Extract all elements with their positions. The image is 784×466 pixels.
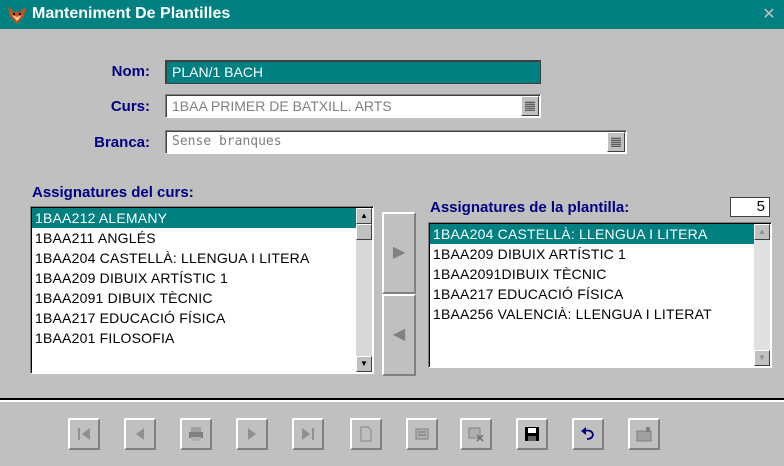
- template-list-scrollbar[interactable]: ▲ ▼: [754, 224, 770, 366]
- move-left-button[interactable]: ◀: [382, 294, 416, 376]
- close-icon[interactable]: ✕: [758, 4, 780, 26]
- list-item[interactable]: 1BAA209 DIBUIX ARTÍSTIC 1: [430, 244, 754, 264]
- undo-icon: [581, 427, 594, 440]
- curs-field[interactable]: 1BAA PRIMER DE BATXILL. ARTS: [165, 94, 541, 118]
- branca-label: Branca:: [94, 134, 150, 151]
- search-button[interactable]: [628, 418, 660, 450]
- list-item[interactable]: 1BAA204 CASTELLÀ: LLENGUA I LITERA: [430, 224, 754, 244]
- delete-icon: [468, 427, 484, 442]
- save-icon: [525, 427, 539, 441]
- print-icon: [189, 427, 203, 441]
- new-record-button[interactable]: [350, 418, 382, 450]
- window-title: Manteniment De Plantilles: [32, 5, 231, 22]
- nom-field[interactable]: PLAN/1 BACH: [165, 60, 541, 84]
- branca-dropdown-icon[interactable]: [607, 132, 625, 152]
- course-list-scrollbar[interactable]: ▲ ▼: [356, 208, 372, 372]
- last-record-button[interactable]: [292, 418, 324, 450]
- curs-label: Curs:: [110, 98, 150, 115]
- previous-record-button[interactable]: [124, 418, 156, 450]
- title-bar: Manteniment De Plantilles ✕: [0, 0, 784, 30]
- list-item[interactable]: 1BAA204 CASTELLÀ: LLENGUA I LITERA: [32, 248, 356, 268]
- next-record-icon: [248, 428, 256, 440]
- move-right-icon: ▶: [392, 244, 406, 261]
- first-record-icon: [78, 428, 90, 440]
- previous-record-icon: [136, 428, 144, 440]
- scroll-down-icon[interactable]: ▼: [754, 350, 770, 366]
- list-item[interactable]: 1BAA2091 DIBUIX TÈCNIC: [32, 288, 356, 308]
- template-subjects-label: Assignatures de la plantilla:: [430, 199, 630, 216]
- undo-button[interactable]: [572, 418, 604, 450]
- course-subjects-label: Assignatures del curs:: [32, 184, 194, 201]
- list-item[interactable]: 1BAA2091DIBUIX TÈCNIC: [430, 264, 754, 284]
- list-item[interactable]: 1BAA211 ANGLÉS: [32, 228, 356, 248]
- save-button[interactable]: [516, 418, 548, 450]
- print-button[interactable]: [180, 418, 212, 450]
- next-record-button[interactable]: [236, 418, 268, 450]
- move-left-icon: ◀: [392, 326, 406, 343]
- list-item[interactable]: 1BAA217 EDUCACIÓ FÍSICA: [32, 308, 356, 328]
- fox-icon: [8, 6, 26, 24]
- branca-field[interactable]: Sense branques: [165, 130, 627, 154]
- edit-button[interactable]: [406, 418, 438, 450]
- toolbar-separator-highlight: [0, 400, 784, 402]
- new-record-icon: [360, 426, 372, 442]
- course-subjects-list[interactable]: 1BAA212 ALEMANY 1BAA211 ANGLÉS 1BAA204 C…: [30, 206, 374, 374]
- template-count: 5: [730, 197, 770, 217]
- list-item[interactable]: 1BAA212 ALEMANY: [32, 208, 356, 228]
- scroll-up-icon[interactable]: ▲: [356, 208, 372, 224]
- delete-button[interactable]: [460, 418, 492, 450]
- list-item[interactable]: 1BAA209 DIBUIX ARTÍSTIC 1: [32, 268, 356, 288]
- curs-dropdown-icon[interactable]: [521, 96, 539, 116]
- edit-icon: [415, 428, 429, 440]
- list-item[interactable]: 1BAA201 FILOSOFIA: [32, 328, 356, 348]
- search-icon: [636, 427, 652, 442]
- first-record-button[interactable]: [68, 418, 100, 450]
- scroll-down-icon[interactable]: ▼: [356, 356, 372, 372]
- list-item[interactable]: 1BAA217 EDUCACIÓ FÍSICA: [430, 284, 754, 304]
- last-record-icon: [302, 428, 314, 440]
- scroll-thumb[interactable]: [356, 224, 372, 240]
- move-right-button[interactable]: ▶: [382, 212, 416, 294]
- template-subjects-list[interactable]: 1BAA204 CASTELLÀ: LLENGUA I LITERA 1BAA2…: [428, 222, 772, 368]
- scroll-up-icon[interactable]: ▲: [754, 224, 770, 240]
- nom-label: Nom:: [111, 63, 150, 80]
- list-item[interactable]: 1BAA256 VALENCIÀ: LLENGUA I LITERAT: [430, 304, 754, 324]
